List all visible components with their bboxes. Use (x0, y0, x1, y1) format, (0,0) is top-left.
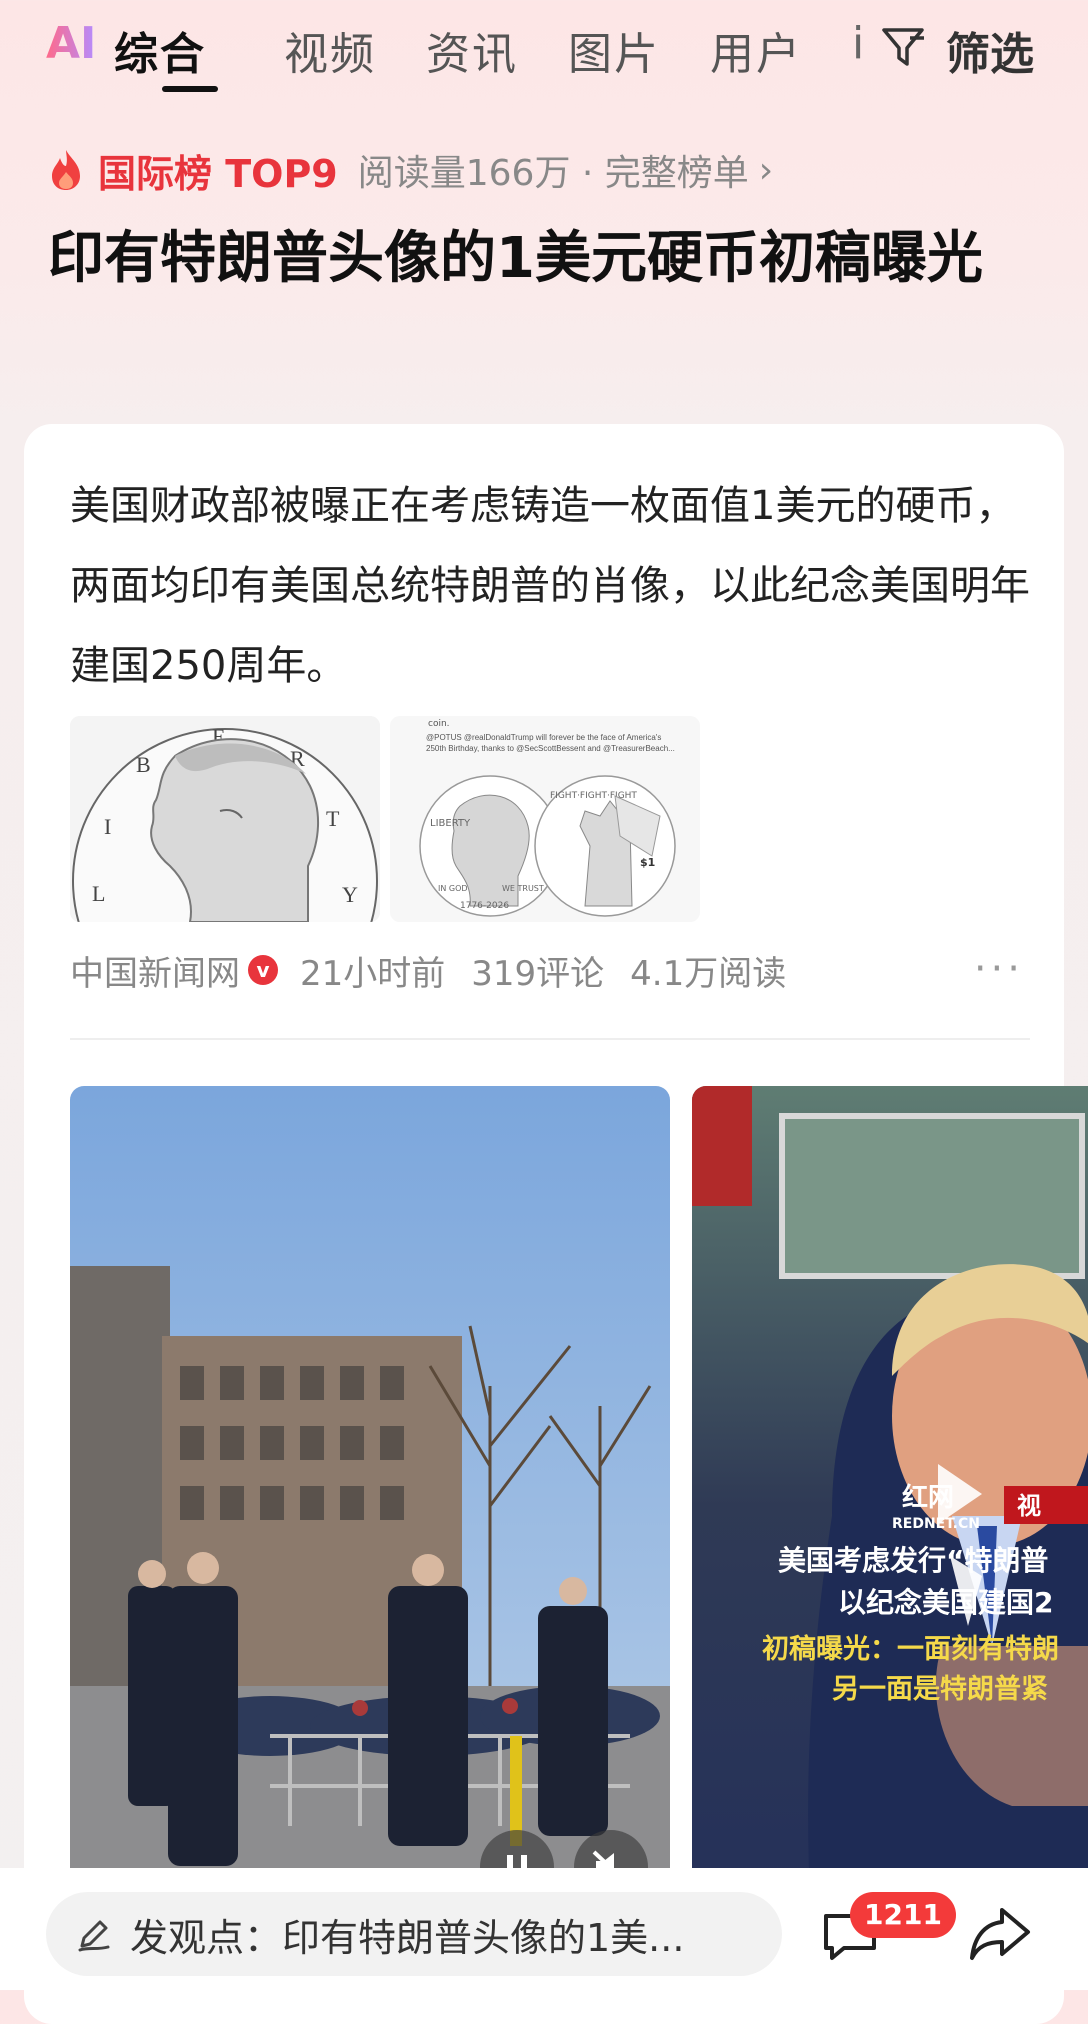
coin-fight-text: FIGHT·FIGHT·FIGHT (550, 791, 637, 801)
coin-liberty-text: LIBERTY (430, 818, 471, 829)
filter-button[interactable]: 筛选 (946, 18, 1034, 82)
coin-letter: I (104, 814, 111, 839)
top-tab-bar: AI 综合 视频 资讯 图片 用户 i 筛选 (0, 0, 1088, 110)
ai-tab[interactable]: AI (46, 18, 96, 69)
share-icon[interactable] (966, 1902, 1036, 1964)
video-thumbnail-2[interactable]: 红网 视 REDNET.CN 美国考虑发行“特朗普 以纪念美国建国2 初稿曝光：… (692, 1086, 1088, 1926)
pen-icon (78, 1920, 110, 1952)
hot-read-count[interactable]: 阅读量166万 · 完整榜单 (358, 144, 749, 196)
hot-rank-label: 国际榜 TOP9 (98, 151, 338, 196)
chevron-right-icon: › (758, 149, 774, 191)
active-tab-indicator (162, 86, 218, 92)
coin-letter: B (136, 752, 151, 777)
coin-we-trust-text: WE TRUST (502, 884, 544, 893)
more-options-icon[interactable]: ··· (974, 946, 1024, 992)
tab-video[interactable]: 视频 (284, 18, 376, 82)
coin-letter: T (326, 806, 340, 831)
video-logo-tag: 视 (1017, 1492, 1041, 1520)
tweet-caption: coin. (428, 719, 450, 729)
divider (70, 1038, 1030, 1040)
video-subtitle-line1: 初稿曝光：一面刻有特朗 (762, 1633, 1059, 1665)
video-site: REDNET.CN (892, 1516, 980, 1532)
news-comment-count: 319评论 (471, 953, 605, 994)
video-subtitle-line2: 另一面是特朗普紧 (832, 1673, 1048, 1705)
tweet-coin-illustration: coin. @POTUS @realDonaldTrump will forev… (390, 716, 700, 922)
interview-scene-image: 红网 视 REDNET.CN 美国考虑发行“特朗普 以纪念美国建国2 初稿曝光：… (692, 1086, 1088, 1926)
page-title: 印有特朗普头像的1美元硬币初稿曝光 (48, 226, 983, 291)
video-title-line2: 以纪念美国建国2 (838, 1586, 1053, 1619)
video-title-line1: 美国考虑发行“特朗普 (778, 1544, 1048, 1577)
street-scene-image (70, 1086, 670, 1926)
tab-comprehensive[interactable]: 综合 (114, 18, 206, 82)
video-thumbnail-1[interactable] (70, 1086, 670, 1926)
coin-portrait-illustration: L I B E R T Y (70, 716, 380, 922)
bottom-comment-bar: 发观点：印有特朗普头像的1美... 1211 (0, 1868, 1088, 1990)
news-read-count: 4.1万阅读 (630, 953, 787, 994)
video-logo: 红网 (902, 1482, 954, 1512)
coin-letter: Y (342, 882, 358, 907)
flame-icon (52, 150, 80, 190)
news-source[interactable]: 中国新闻网 (70, 946, 240, 995)
tab-images[interactable]: 图片 (568, 18, 660, 82)
coin-dollar-text: $1 (640, 856, 655, 869)
comment-count-badge: 1211 (850, 1892, 956, 1938)
news-card[interactable]: 美国财政部被曝正在考虑铸造一枚面值1美元的硬币，两面均印有美国总统特朗普的肖像，… (24, 424, 1088, 2024)
hot-rank-row[interactable]: 国际榜 TOP9 阅读量166万 · 完整榜单 › (48, 140, 773, 200)
coin-in-god-text: IN GOD (438, 884, 468, 893)
comment-placeholder: 发观点：印有特朗普头像的1美... (130, 1915, 685, 1960)
comment-input[interactable]: 发观点：印有特朗普头像的1美... (46, 1892, 782, 1976)
verified-badge-icon: v (248, 955, 278, 985)
coin-image-1[interactable]: L I B E R T Y (70, 716, 380, 922)
tweet-text: @POTUS @realDonaldTrump will forever be … (426, 733, 675, 753)
tab-cutoff[interactable]: i (852, 18, 864, 69)
coin-letter: L (92, 881, 105, 906)
news-summary[interactable]: 美国财政部被曝正在考虑铸造一枚面值1美元的硬币，两面均印有美国总统特朗普的肖像，… (70, 466, 1030, 706)
coin-years-text: 1776-2026 (460, 901, 509, 911)
news-meta-row: 中国新闻网 v 21小时前 319评论 4.1万阅读 ··· (70, 940, 1040, 1000)
tab-users[interactable]: 用户 (710, 18, 802, 82)
tab-news[interactable]: 资讯 (426, 18, 518, 82)
news-time: 21小时前 (300, 953, 446, 994)
filter-icon[interactable] (880, 24, 926, 70)
coin-image-2[interactable]: coin. @POTUS @realDonaldTrump will forev… (390, 716, 700, 922)
